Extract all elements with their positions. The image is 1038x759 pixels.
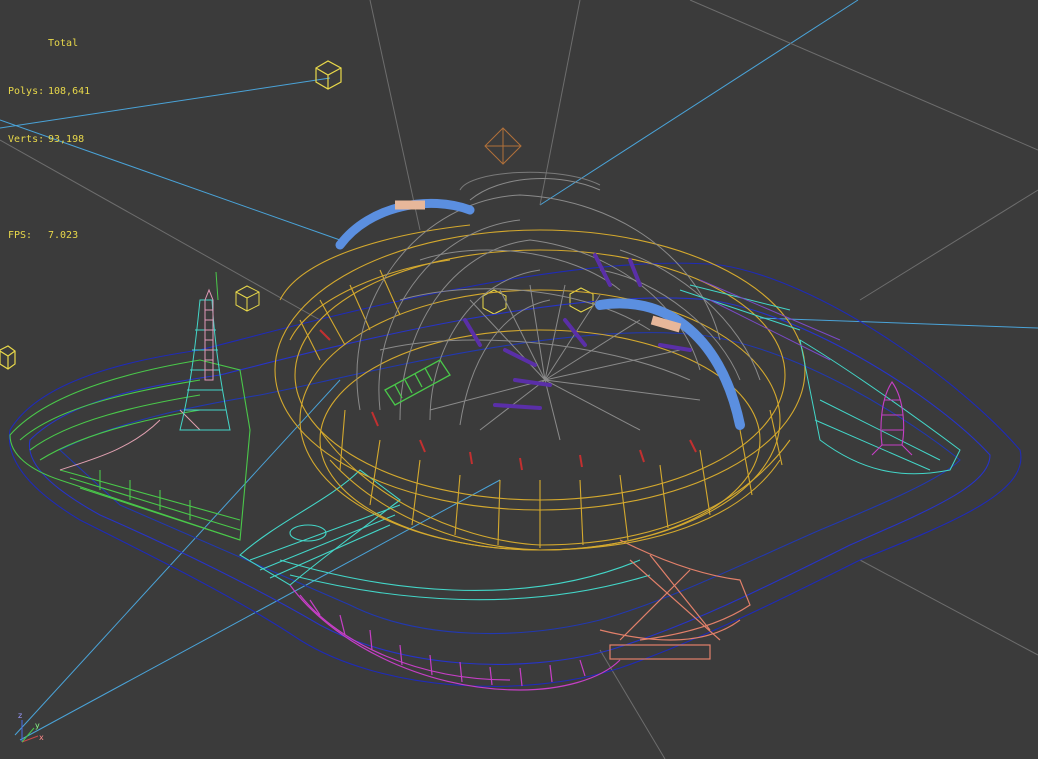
wireframe-scene[interactable]: z x y bbox=[0, 0, 1038, 759]
orbit-lines bbox=[459, 171, 601, 191]
helper-box-left-icon[interactable] bbox=[0, 345, 16, 370]
axis-x-label: x bbox=[39, 733, 44, 742]
base-platform-wireframe[interactable] bbox=[8, 262, 1022, 687]
axis-z-label: z bbox=[18, 711, 22, 720]
stats-verts-label: Verts: bbox=[8, 134, 45, 145]
green-antenna bbox=[215, 271, 219, 301]
axis-y-label: y bbox=[35, 721, 40, 730]
stats-verts-value: 93,198 bbox=[48, 134, 85, 145]
green-left-wing-wireframe[interactable] bbox=[9, 359, 251, 541]
stats-verts-row: Verts: 93,198 bbox=[8, 132, 90, 148]
stats-polys-label: Polys: bbox=[8, 86, 45, 97]
light-target-icon[interactable] bbox=[484, 127, 522, 165]
viewport-statistics: Total Polys: 108,641 Verts: 93,198 FPS: 7.0… bbox=[8, 4, 90, 276]
green-cylinder-wireframe[interactable] bbox=[384, 359, 451, 406]
stats-fps-value: 7.023 bbox=[48, 230, 79, 241]
magenta-rocket-wireframe[interactable] bbox=[871, 381, 913, 456]
stats-fps-row: FPS: 7.023 bbox=[8, 228, 90, 244]
stats-total-label: Total bbox=[48, 38, 79, 49]
stats-fps-label: FPS: bbox=[8, 230, 33, 241]
helper-box-icon[interactable] bbox=[315, 60, 342, 90]
cyan-bridge-wireframe[interactable] bbox=[239, 469, 651, 601]
stats-polys-row: Polys: 108,641 bbox=[8, 84, 90, 100]
stats-spacer bbox=[8, 180, 90, 196]
3d-viewport[interactable]: z x y Total Polys: 108,641 Verts: 93,198 F… bbox=[0, 0, 1038, 759]
salmon-front-struts[interactable] bbox=[599, 539, 751, 660]
stats-polys-value: 108,641 bbox=[48, 86, 91, 97]
